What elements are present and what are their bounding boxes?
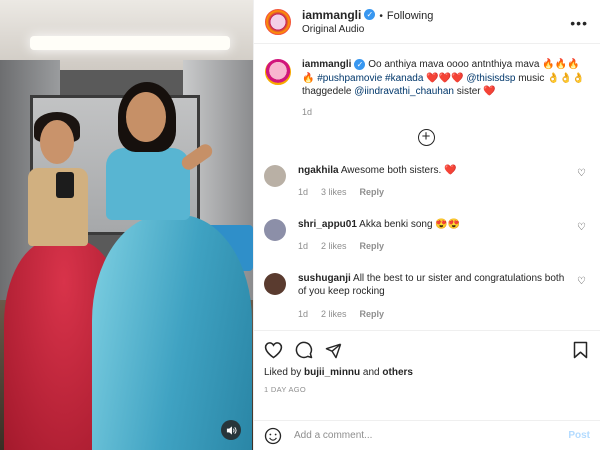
commenter-username[interactable]: ngakhila: [298, 165, 339, 176]
liked-by-others[interactable]: others: [382, 367, 413, 378]
comment-heart-icon[interactable]: ♡: [577, 168, 586, 179]
post-timestamp[interactable]: 1 DAY AGO: [264, 385, 588, 394]
person-left-head: [40, 120, 74, 164]
heart-emoji: ❤️: [483, 86, 496, 97]
comment-meta: 1d 2 likes Reply: [298, 240, 568, 254]
author-info: iammangli ✓ • Following Original Audio: [302, 8, 433, 36]
comment-meta: 1d 3 likes Reply: [298, 186, 568, 200]
comment-body: ngakhila Awesome both sisters. ❤️ 1d 3 li…: [298, 164, 568, 200]
post-side-panel: iammangli ✓ • Following Original Audio ••• …: [253, 0, 600, 450]
audio-label[interactable]: Original Audio: [302, 23, 433, 36]
comment-text: Akka benki song 😍😍: [359, 218, 461, 230]
comment-item: sushuganji All the best to ur sister and…: [264, 272, 588, 322]
caption-time[interactable]: 1d: [302, 107, 588, 117]
caption-text: iammangli ✓ Oo anthiya mava oooo antnthiy…: [302, 58, 585, 99]
ok-hand-emoji: 👌👌👌: [547, 72, 585, 84]
plus-circle-icon[interactable]: +: [417, 128, 435, 146]
verified-badge-icon: ✓: [364, 8, 376, 20]
verified-badge-icon: ✓: [354, 58, 366, 70]
ceiling-light: [30, 36, 230, 50]
comment-time[interactable]: 1d: [298, 241, 308, 251]
liked-by-prefix: Liked by: [264, 367, 302, 378]
comment-body: sushuganji All the best to ur sister and…: [298, 272, 568, 322]
caption-word: sister: [456, 86, 481, 97]
load-more-comments: +: [264, 128, 588, 146]
post-caption: iammangli ✓ Oo anthiya mava oooo antnthiy…: [264, 58, 588, 99]
comment-item: ngakhila Awesome both sisters. ❤️ 1d 3 li…: [264, 164, 588, 200]
reply-button[interactable]: Reply: [360, 241, 385, 251]
share-paper-plane-icon[interactable]: [325, 342, 342, 359]
like-heart-icon[interactable]: [264, 341, 283, 359]
action-icons: [264, 339, 588, 361]
commenter-avatar[interactable]: [264, 164, 286, 187]
separator-dot: •: [379, 10, 383, 22]
author-username[interactable]: iammangli: [302, 8, 361, 22]
comment-text: Awesome both sisters. ❤️: [340, 164, 457, 176]
post-header: iammangli ✓ • Following Original Audio •••: [254, 0, 600, 44]
post-video[interactable]: [0, 0, 253, 450]
commenter-username[interactable]: shri_appu01: [298, 219, 357, 230]
comment-likes[interactable]: 2 likes: [321, 309, 347, 319]
mention-link[interactable]: @thisisdsp: [466, 73, 515, 84]
reply-button[interactable]: Reply: [360, 309, 385, 319]
reply-button[interactable]: Reply: [360, 187, 385, 197]
commenter-avatar[interactable]: [264, 272, 286, 295]
caption-avatar[interactable]: [264, 58, 292, 86]
liked-by: Liked by bujii_minnu and others: [264, 367, 588, 378]
comment-likes[interactable]: 2 likes: [321, 241, 347, 251]
person-right-skirt: [92, 215, 252, 450]
caption-username[interactable]: iammangli: [302, 59, 351, 70]
post-button[interactable]: Post: [568, 430, 590, 441]
comment-meta: 1d 2 likes Reply: [298, 308, 568, 322]
commenter-username[interactable]: sushuganji: [298, 273, 351, 284]
heart-emoji: ❤️❤️❤️: [426, 72, 464, 84]
person-right-head: [126, 92, 166, 142]
comment-heart-icon[interactable]: ♡: [577, 276, 586, 287]
comment-item: shri_appu01 Akka benki song 😍😍 1d 2 likes…: [264, 218, 588, 254]
comments-section: iammangli ✓ Oo anthiya mava oooo antnthiy…: [254, 44, 600, 330]
save-bookmark-icon[interactable]: [573, 341, 588, 359]
comment-bubble-icon[interactable]: [295, 341, 313, 359]
liked-by-and: and: [362, 367, 380, 378]
hashtags[interactable]: #pushpamovie #kanada: [317, 73, 423, 84]
following-button[interactable]: Following: [387, 10, 433, 22]
phone: [56, 172, 74, 198]
liked-by-user[interactable]: bujii_minnu: [304, 367, 360, 378]
comment-body: shri_appu01 Akka benki song 😍😍 1d 2 likes…: [298, 218, 568, 254]
comment-time[interactable]: 1d: [298, 309, 308, 319]
author-avatar[interactable]: [264, 7, 292, 36]
speaker-icon: [226, 425, 237, 435]
mention-link[interactable]: @iindravathi_chauhan: [354, 86, 454, 97]
caption-word: music: [518, 72, 545, 84]
comment-heart-icon[interactable]: ♡: [577, 222, 586, 233]
commenter-avatar[interactable]: [264, 218, 286, 241]
caption-line: Oo anthiya mava oooo antnthiya mava: [368, 59, 540, 70]
add-comment-bar: Add a comment... Post: [254, 420, 600, 450]
post-actions: Liked by bujii_minnu and others 1 DAY AG…: [254, 330, 600, 420]
caption-word: thaggedele: [302, 86, 352, 97]
comment-likes[interactable]: 3 likes: [321, 187, 347, 197]
emoji-smiley-icon[interactable]: [264, 427, 282, 445]
comment-input[interactable]: Add a comment...: [294, 430, 568, 441]
mute-toggle-button[interactable]: [221, 420, 241, 440]
person-right-top: [106, 148, 190, 220]
more-options-icon[interactable]: •••: [570, 15, 588, 31]
comment-time[interactable]: 1d: [298, 187, 308, 197]
